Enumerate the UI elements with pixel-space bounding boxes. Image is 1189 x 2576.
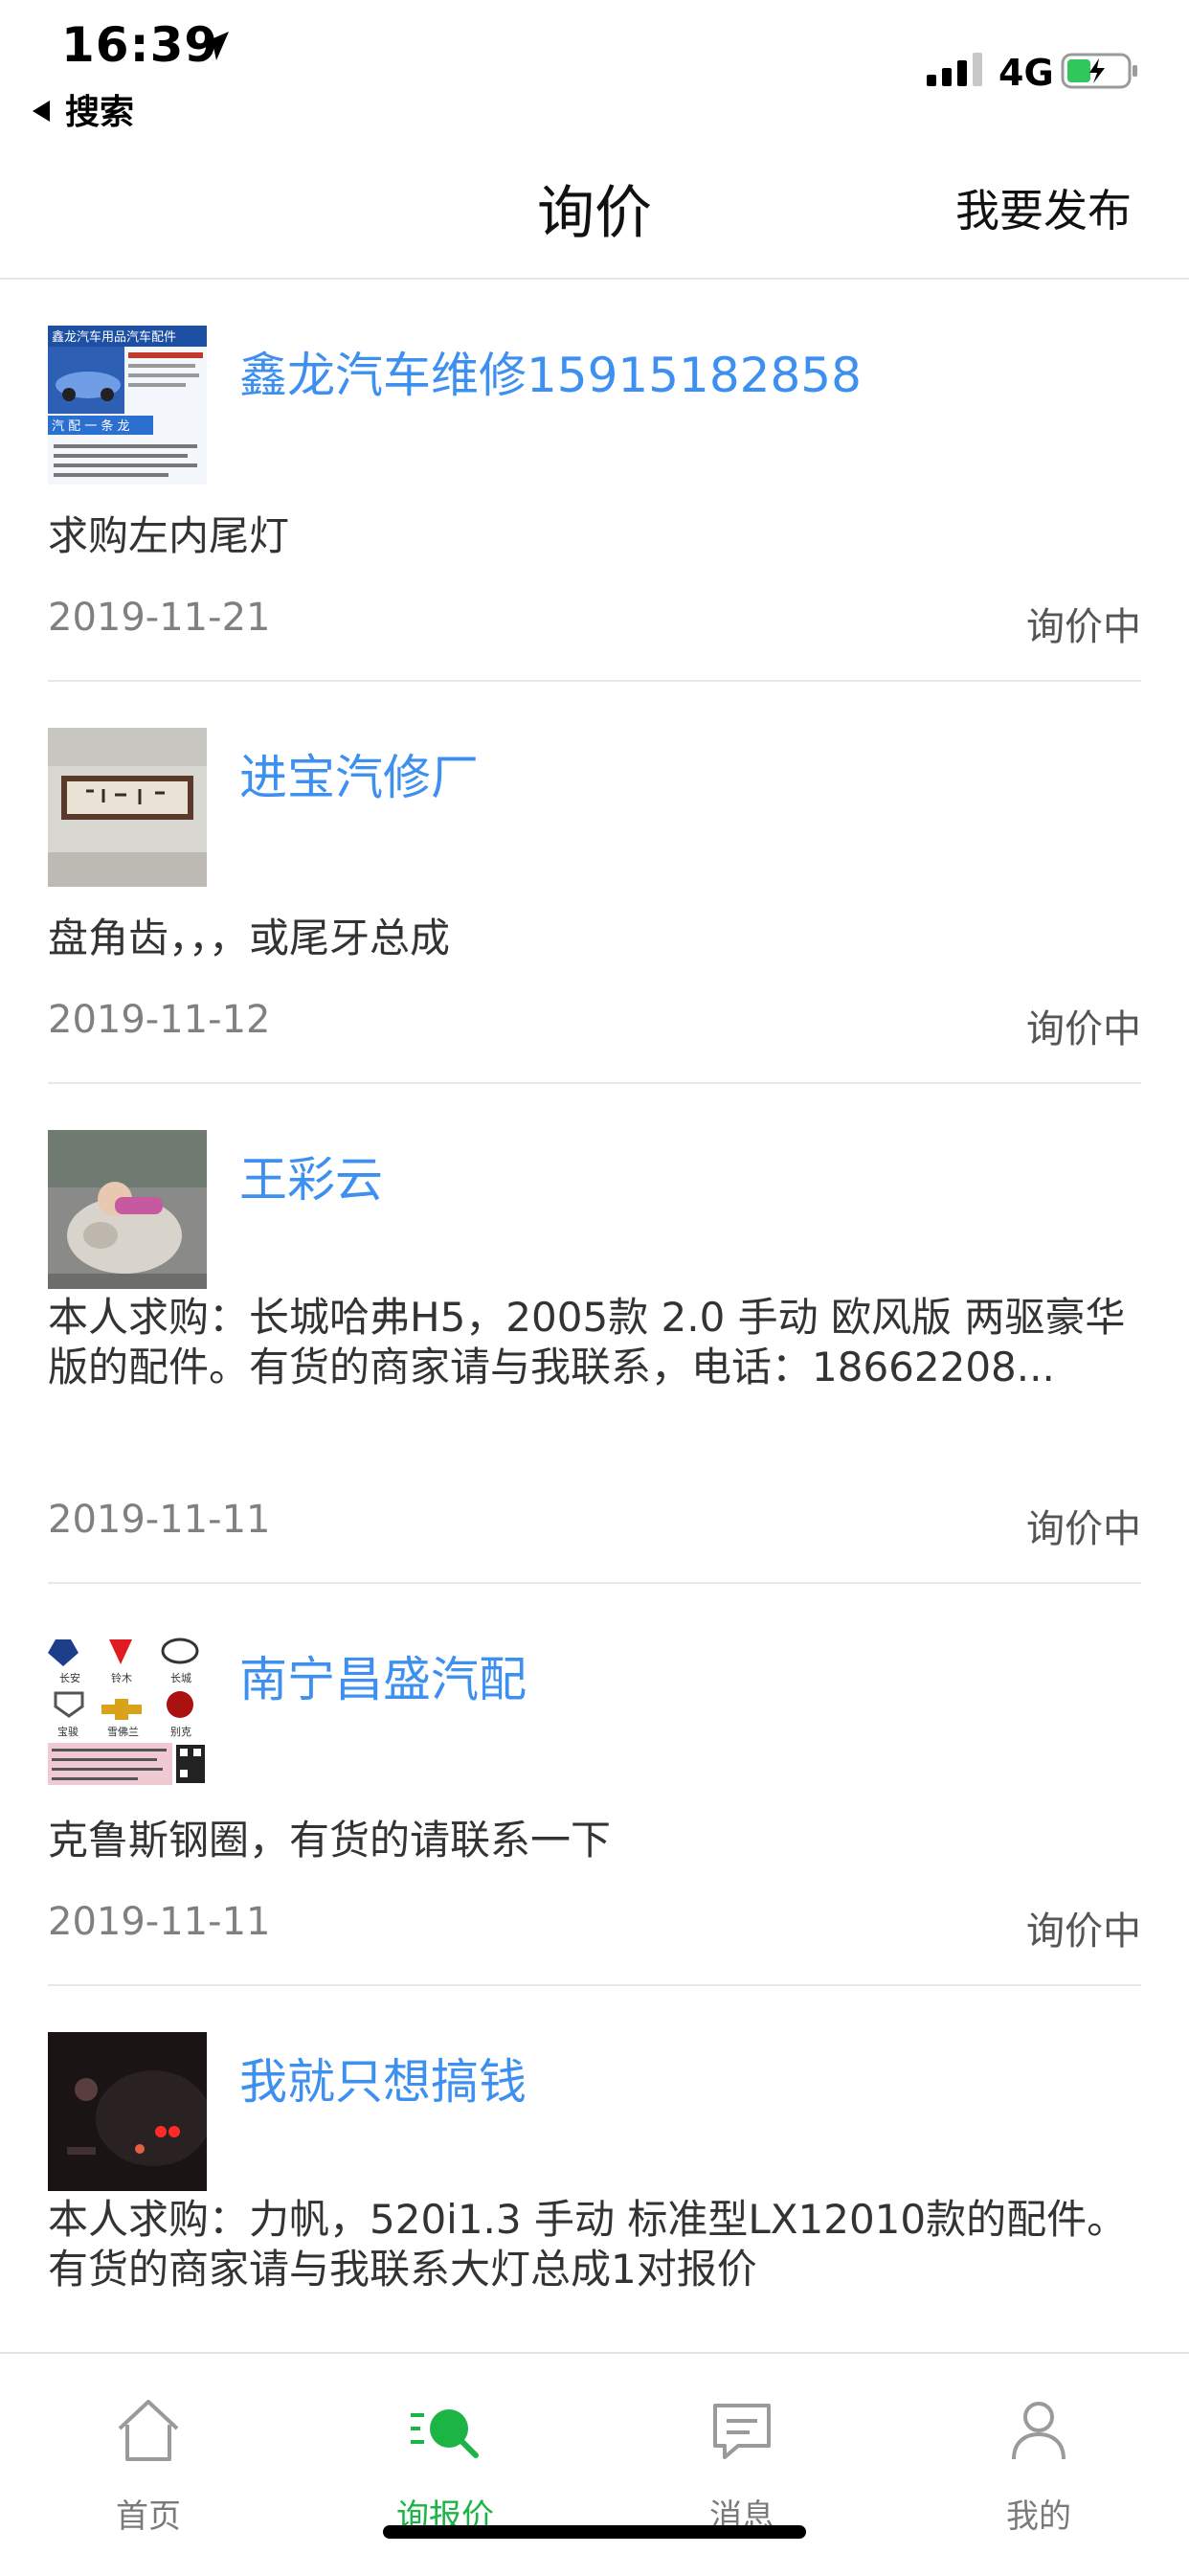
inquiry-item[interactable]: 长安 铃木 长城 宝骏 雪佛兰 别克 南宁昌盛汽配 克鲁斯钢圈，有货的请联系一下… (48, 1584, 1141, 1986)
inquiry-date: 2019-11-11 (48, 1498, 271, 1542)
tab-label: 首页 (116, 2497, 181, 2536)
inquiry-description: 本人求购：力帆，520i1.3 手动 标准型LX12010款的配件。有货的商家请… (48, 2196, 1128, 2293)
avatar (48, 2032, 207, 2191)
avatar (48, 728, 207, 887)
publish-button[interactable]: 我要发布 (955, 176, 1132, 239)
status-time: 16:39 (61, 17, 219, 73)
seller-name[interactable]: 进宝汽修厂 (239, 739, 479, 808)
inquiry-status: 询价中 (1026, 1909, 1141, 1954)
brand-label: 铃木 (111, 1671, 132, 1684)
network-type: 4G (998, 52, 1054, 94)
tab-profile[interactable]: 我的 (943, 2392, 1134, 2537)
seller-name[interactable]: 南宁昌盛汽配 (239, 1641, 527, 1710)
back-arrow-icon (33, 101, 50, 122)
avatar: 长安 铃木 长城 宝骏 雪佛兰 别克 (48, 1630, 207, 1789)
inquiry-date: 2019-11-11 (48, 1900, 271, 1944)
inquiry-description: 求购左内尾灯 (48, 512, 290, 559)
battery-charging-icon (1061, 53, 1137, 89)
seller-name[interactable]: 我就只想搞钱 (239, 2044, 527, 2113)
brand-label: 别克 (170, 1726, 191, 1738)
inquiry-status: 询价中 (1026, 1507, 1141, 1551)
location-arrow-icon (200, 32, 229, 60)
message-icon (713, 2404, 771, 2459)
inquiry-item[interactable]: 王彩云 本人求购：长城哈弗H5，2005款 2.0 手动 欧风版 两驱豪华版的配… (48, 1084, 1141, 1584)
tab-bar: 首页 询报价 消息 我的 (0, 2352, 1189, 2576)
seller-name[interactable]: 鑫龙汽车维修15915182858 (239, 337, 862, 406)
cellular-signal-icon (927, 53, 982, 86)
status-bar: 16:39 搜索 4G (0, 0, 1189, 134)
inquiry-status: 询价中 (1026, 605, 1141, 649)
inquiry-list: 鑫龙汽车用品汽车配件 汽 配 一 条 龙 鑫龙汽车维修15915182858 求… (48, 280, 1141, 2369)
brand-label: 长安 (59, 1671, 80, 1684)
inquiry-item[interactable]: 鑫龙汽车用品汽车配件 汽 配 一 条 龙 鑫龙汽车维修15915182858 求… (48, 280, 1141, 682)
inquiry-description: 本人求购：长城哈弗H5，2005款 2.0 手动 欧风版 两驱豪华版的配件。有货… (48, 1294, 1126, 1390)
navigation-bar: 询价 我要发布 (0, 144, 1189, 280)
brand-label: 雪佛兰 (107, 1726, 139, 1738)
seller-name[interactable]: 王彩云 (239, 1141, 383, 1210)
inquiry-description: 盘角齿，，，或尾牙总成 (48, 915, 451, 961)
back-label: 搜索 (65, 93, 135, 132)
inquiry-date: 2019-11-21 (48, 596, 271, 640)
tab-home[interactable]: 首页 (53, 2392, 244, 2537)
back-to-search[interactable]: 搜索 (33, 84, 134, 134)
brand-label: 长城 (170, 1672, 191, 1684)
tab-inquiry[interactable]: 询报价 (349, 2392, 541, 2537)
inquiry-item[interactable]: 我就只想搞钱 本人求购：力帆，520i1.3 手动 标准型LX12010款的配件… (48, 1986, 1141, 2369)
inquiry-status: 询价中 (1026, 1007, 1141, 1051)
home-icon (118, 2400, 179, 2461)
tab-label: 我的 (1006, 2497, 1071, 2536)
brand-label: 宝骏 (57, 1725, 79, 1738)
avatar: 鑫龙汽车用品汽车配件 汽 配 一 条 龙 (48, 326, 207, 485)
inquiry-item[interactable]: 进宝汽修厂 盘角齿，，，或尾牙总成 2019-11-12 询价中 (48, 682, 1141, 1084)
inquiry-description: 克鲁斯钢圈，有货的请联系一下 (48, 1817, 612, 1864)
avatar-badge-text: 汽 配 一 条 龙 (52, 418, 130, 434)
home-indicator[interactable] (383, 2525, 806, 2539)
inquiry-date: 2019-11-12 (48, 998, 271, 1042)
avatar-banner-text: 鑫龙汽车用品汽车配件 (52, 329, 176, 345)
profile-icon (1012, 2402, 1066, 2460)
tab-messages[interactable]: 消息 (646, 2392, 838, 2537)
inquiry-icon (411, 2409, 479, 2458)
avatar (48, 1130, 207, 1289)
